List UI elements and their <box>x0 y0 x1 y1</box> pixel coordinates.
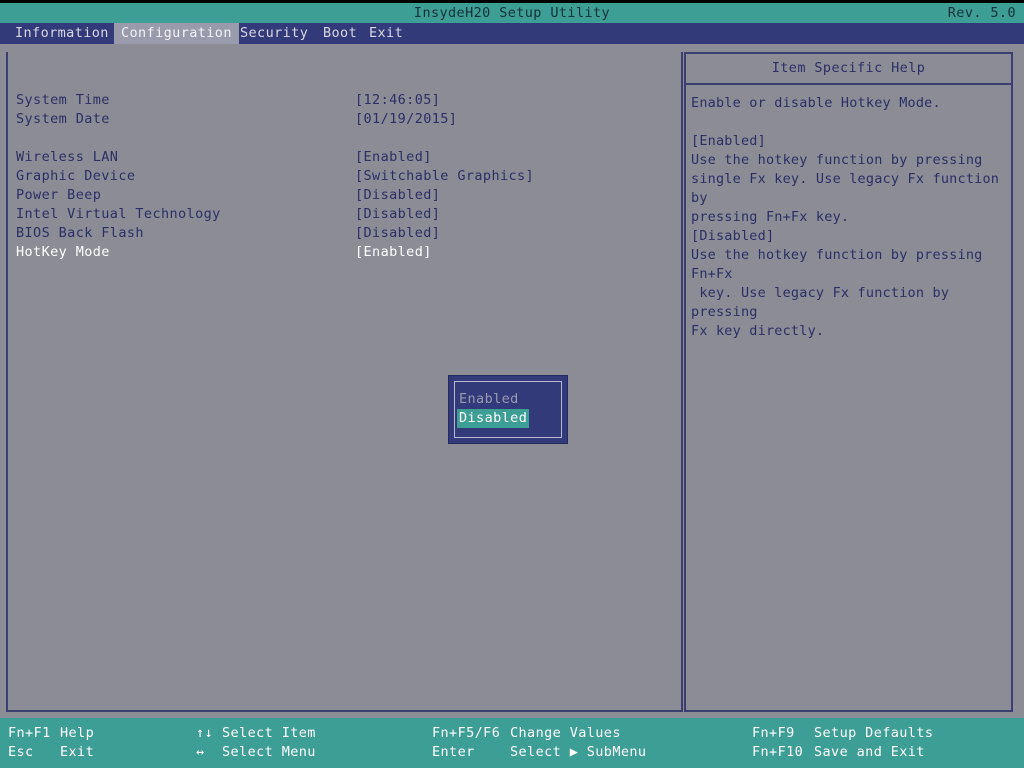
settings-row-bios-back-flash[interactable]: BIOS Back Flash [Disabled] <box>16 224 676 243</box>
settings-value-graphic-device[interactable]: [Switchable Graphics] <box>355 167 534 186</box>
footer-hint-help: Fn+F1 Help <box>8 724 94 743</box>
settings-value-intel-virtual-technology[interactable]: [Disabled] <box>355 205 440 224</box>
help-panel-body: Enable or disable Hotkey Mode. [Enabled]… <box>691 95 1000 339</box>
footer-hint-desc: Setup Defaults <box>814 725 934 741</box>
app-title: InsydeH20 Setup Utility <box>413 5 611 21</box>
footer-hint-desc: Save and Exit <box>814 744 925 760</box>
footer-hint-key: Fn+F10 <box>752 744 804 760</box>
footer-key-hints: Fn+F1 Help Esc Exit ↑↓ Select Item ↔ Select Men… <box>0 716 1024 768</box>
settings-list: System Time [12:46:05] System Date [01/19/2… <box>16 91 676 262</box>
footer-hint-key: Esc <box>8 744 34 760</box>
settings-value-hotkey-mode[interactable]: [Enabled] <box>355 243 432 262</box>
settings-value-power-beep[interactable]: [Disabled] <box>355 186 440 205</box>
footer-hint-save-and-exit: Fn+F10 Save and Exit <box>752 743 924 762</box>
settings-row-intel-virtual-technology[interactable]: Intel Virtual Technology [Disabled] <box>16 205 676 224</box>
footer-hint-key: Fn+F9 <box>752 725 795 741</box>
footer-top-divider <box>0 716 1024 718</box>
settings-row-hotkey-mode[interactable]: HotKey Mode [Enabled] <box>16 243 676 262</box>
title-bar: InsydeH20 Setup Utility Rev. 5.0 <box>0 0 1024 23</box>
settings-panel: System Time [12:46:05] System Date [01/19/2… <box>6 52 683 712</box>
footer-hint-desc: Select Item <box>222 725 316 741</box>
item-specific-help-panel: Item Specific Help Enable or disable Hot… <box>684 52 1013 712</box>
menu-tab-boot[interactable]: Boot <box>316 23 364 44</box>
settings-label-power-beep: Power Beep <box>16 187 102 203</box>
footer-hint-desc: Help <box>60 725 95 741</box>
settings-label-system-time: System Time <box>16 92 110 108</box>
dropdown-option-enabled[interactable]: Enabled <box>457 390 521 409</box>
settings-row-wireless-lan[interactable]: Wireless LAN [Enabled] <box>16 148 676 167</box>
menu-tab-information[interactable]: Information <box>8 23 116 44</box>
settings-row-power-beep[interactable]: Power Beep [Disabled] <box>16 186 676 205</box>
settings-value-bios-back-flash[interactable]: [Disabled] <box>355 224 440 243</box>
footer-hint-desc: Select ▶ SubMenu <box>510 744 647 760</box>
footer-hint-setup-defaults: Fn+F9 Setup Defaults <box>752 724 933 743</box>
menu-tab-configuration[interactable]: Configuration <box>114 23 239 44</box>
menu-tab-security[interactable]: Security <box>233 23 315 44</box>
footer-hint-key: ↑↓ <box>196 725 214 741</box>
settings-label-bios-back-flash: BIOS Back Flash <box>16 225 144 241</box>
settings-label-intel-virtual-technology: Intel Virtual Technology <box>16 206 221 222</box>
settings-label-hotkey-mode: HotKey Mode <box>16 244 110 260</box>
settings-label-graphic-device: Graphic Device <box>16 168 136 184</box>
settings-value-system-date[interactable]: [01/19/2015] <box>355 110 457 129</box>
settings-value-wireless-lan[interactable]: [Enabled] <box>355 148 432 167</box>
settings-row-graphic-device[interactable]: Graphic Device [Switchable Graphics] <box>16 167 676 186</box>
settings-row-system-date[interactable]: System Date [01/19/2015] <box>16 110 676 129</box>
footer-hint-select-item: ↑↓ Select Item <box>196 724 315 743</box>
footer-hint-select-menu: ↔ Select Menu <box>196 743 315 762</box>
footer-hint-key: ↔ <box>196 744 205 760</box>
menu-bar: Information Configuration Security Boot Exit <box>0 23 1024 44</box>
settings-row-spacer <box>16 129 676 148</box>
settings-label-system-date: System Date <box>16 111 110 127</box>
footer-hint-change-values: Fn+F5/F6 Change Values <box>432 724 620 743</box>
revision-label: Rev. 5.0 <box>947 5 1016 21</box>
footer-hint-key: Fn+F1 <box>8 725 51 741</box>
help-panel-title: Item Specific Help <box>686 54 1011 85</box>
footer-hint-exit: Esc Exit <box>8 743 94 762</box>
dropdown-option-disabled[interactable]: Disabled <box>457 409 530 428</box>
footer-hint-select-submenu: Enter Select ▶ SubMenu <box>432 743 646 762</box>
hotkey-mode-dropdown[interactable]: Enabled Disabled <box>448 375 568 444</box>
footer-hint-key: Fn+F5/F6 <box>432 725 501 741</box>
settings-label-wireless-lan: Wireless LAN <box>16 149 119 165</box>
settings-value-system-time[interactable]: [12:46:05] <box>355 91 440 110</box>
settings-row-system-time[interactable]: System Time [12:46:05] <box>16 91 676 110</box>
menu-tab-exit[interactable]: Exit <box>362 23 410 44</box>
content-area: System Time [12:46:05] System Date [01/19/2… <box>0 44 1024 716</box>
footer-hint-desc: Change Values <box>510 725 621 741</box>
bios-setup-screen: InsydeH20 Setup Utility Rev. 5.0 Informa… <box>0 0 1024 768</box>
footer-hint-desc: Select Menu <box>222 744 316 760</box>
footer-hint-key: Enter <box>432 744 475 760</box>
footer-hint-desc: Exit <box>60 744 95 760</box>
